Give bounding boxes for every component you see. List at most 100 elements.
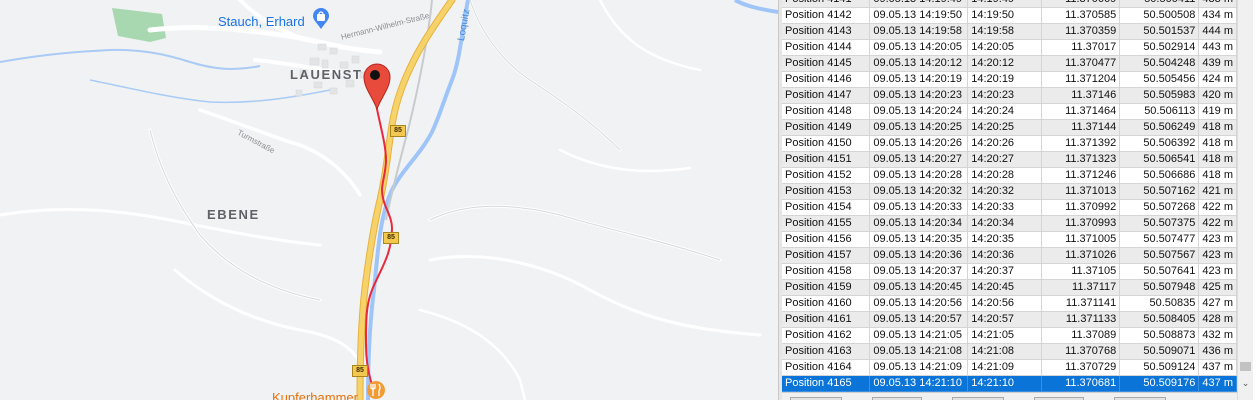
cell-longitude: 11.371013 <box>1041 183 1121 200</box>
cell-name: Position 4144 <box>782 39 871 56</box>
cell-altitude: 422 m <box>1198 199 1237 216</box>
cell-name: Position 4141 <box>782 0 871 8</box>
cell-name: Position 4154 <box>782 199 871 216</box>
table-row[interactable]: Position 4159 09.05.13 14:20:45 14:20:45 11… <box>782 279 1237 296</box>
cell-datetime: 09.05.13 14:20:24 <box>869 103 969 120</box>
cell-longitude: 11.371392 <box>1041 135 1121 152</box>
table-row[interactable]: Position 4151 09.05.13 14:20:27 14:20:27 11… <box>782 151 1237 168</box>
cell-latitude: 50.509071 <box>1119 343 1200 360</box>
vertical-scrollbar[interactable]: ⌄ <box>1237 0 1253 400</box>
cell-longitude: 11.370359 <box>1041 23 1121 40</box>
table-row[interactable]: Position 4149 09.05.13 14:20:25 14:20:25 11… <box>782 119 1237 136</box>
table-row[interactable]: Position 4161 09.05.13 14:20:57 14:20:57 11… <box>782 311 1237 328</box>
cell-datetime: 09.05.13 14:19:49 <box>869 0 969 8</box>
cell-time: 14:20:24 <box>967 103 1043 120</box>
table-row[interactable]: Position 4158 09.05.13 14:20:37 14:20:37 11… <box>782 263 1237 280</box>
cell-datetime: 09.05.13 14:20:28 <box>869 167 969 184</box>
cell-datetime: 09.05.13 14:20:57 <box>869 311 969 328</box>
scroll-down-arrow-icon[interactable]: ⌄ <box>1238 377 1253 389</box>
table-row-selected[interactable]: Position 4165 09.05.13 14:21:10 14:21:10 11… <box>782 375 1237 392</box>
table-footer-bar <box>782 392 1237 400</box>
scrollbar-thumb[interactable] <box>1240 362 1251 371</box>
cell-time: 14:20:05 <box>967 39 1043 56</box>
cell-datetime: 09.05.13 14:21:05 <box>869 327 969 344</box>
cell-longitude: 11.371204 <box>1041 71 1121 88</box>
cell-datetime: 09.05.13 14:20:34 <box>869 215 969 232</box>
cell-name: Position 4149 <box>782 119 871 136</box>
cell-altitude: 439 m <box>1198 55 1237 72</box>
cell-latitude: 50.507162 <box>1119 183 1200 200</box>
table-row[interactable]: Position 4162 09.05.13 14:21:05 14:21:05 11… <box>782 327 1237 344</box>
poi-label-kupferhammer[interactable]: Kupferhammer <box>272 390 358 400</box>
table-row[interactable]: Position 4147 09.05.13 14:20:23 14:20:23 11… <box>782 87 1237 104</box>
shopping-bag-icon[interactable] <box>312 8 330 30</box>
cell-time: 14:20:35 <box>967 231 1043 248</box>
cell-time: 14:20:12 <box>967 55 1043 72</box>
cell-name: Position 4152 <box>782 167 871 184</box>
cell-longitude: 11.370993 <box>1041 215 1121 232</box>
highway-b85 <box>357 0 455 400</box>
cell-longitude: 11.37089 <box>1041 327 1121 344</box>
cell-datetime: 09.05.13 14:20:35 <box>869 231 969 248</box>
cell-time: 14:20:26 <box>967 135 1043 152</box>
cell-altitude: 418 m <box>1198 167 1237 184</box>
positions-table: Position 414109.05.13 14:19:4914:19:4911… <box>782 0 1237 392</box>
cell-datetime: 09.05.13 14:20:33 <box>869 199 969 216</box>
cell-latitude: 50.506249 <box>1119 119 1200 136</box>
table-row[interactable]: Position 4157 09.05.13 14:20:36 14:20:36 11… <box>782 247 1237 264</box>
cell-latitude: 50.501537 <box>1119 23 1200 40</box>
cell-altitude: 428 m <box>1198 311 1237 328</box>
cell-name: Position 4151 <box>782 151 871 168</box>
cell-latitude: 50.507948 <box>1119 279 1200 296</box>
place-label-lauenstein: LAUENST <box>290 67 363 82</box>
table-row[interactable]: Position 4146 09.05.13 14:20:19 14:20:19 11… <box>782 71 1237 88</box>
poi-label-stauch[interactable]: Stauch, Erhard <box>218 14 305 29</box>
cell-name: Position 4147 <box>782 87 871 104</box>
cell-time: 14:20:28 <box>967 167 1043 184</box>
cell-altitude: 419 m <box>1198 103 1237 120</box>
cell-datetime: 09.05.13 14:21:09 <box>869 359 969 376</box>
map-view[interactable]: Hermann-Wilhelm-Straße Turmstraße LAUENS… <box>0 0 778 400</box>
cell-name: Position 4160 <box>782 295 871 312</box>
table-row[interactable]: Position 4153 09.05.13 14:20:32 14:20:32 11… <box>782 183 1237 200</box>
cell-time: 14:20:36 <box>967 247 1043 264</box>
cell-time: 14:20:27 <box>967 151 1043 168</box>
fork-knife-icon[interactable] <box>366 380 386 400</box>
table-row[interactable]: Position 4154 09.05.13 14:20:33 14:20:33 11… <box>782 199 1237 216</box>
cell-name: Position 4142 <box>782 7 871 24</box>
cell-latitude: 50.506113 <box>1119 103 1200 120</box>
table-row[interactable]: Position 4142 09.05.13 14:19:50 14:19:50 11… <box>782 7 1237 24</box>
cell-datetime: 09.05.13 14:20:56 <box>869 295 969 312</box>
cell-altitude: 437 m <box>1198 359 1237 376</box>
cell-name: Position 4156 <box>782 231 871 248</box>
cell-datetime: 09.05.13 14:20:05 <box>869 39 969 56</box>
cell-latitude: 50.505456 <box>1119 71 1200 88</box>
table-row[interactable]: Position 4156 09.05.13 14:20:35 14:20:35 11… <box>782 231 1237 248</box>
cell-datetime: 09.05.13 14:20:26 <box>869 135 969 152</box>
cell-latitude: 50.504248 <box>1119 55 1200 72</box>
park-area <box>112 8 166 42</box>
cell-time: 14:19:58 <box>967 23 1043 40</box>
table-row[interactable]: Position 414109.05.13 14:19:4914:19:4911… <box>782 0 1237 8</box>
cell-latitude: 50.507375 <box>1119 215 1200 232</box>
table-row[interactable]: Position 4155 09.05.13 14:20:34 14:20:34 11… <box>782 215 1237 232</box>
cell-datetime: 09.05.13 14:21:08 <box>869 343 969 360</box>
cell-name: Position 4164 <box>782 359 871 376</box>
table-row[interactable]: Position 4152 09.05.13 14:20:28 14:20:28 11… <box>782 167 1237 184</box>
table-row[interactable]: Position 4164 09.05.13 14:21:09 14:21:09 11… <box>782 359 1237 376</box>
table-row[interactable]: Position 4150 09.05.13 14:20:26 14:20:26 11… <box>782 135 1237 152</box>
cell-altitude: 437 m <box>1198 375 1237 392</box>
table-row[interactable]: Position 4145 09.05.13 14:20:12 14:20:12 11… <box>782 55 1237 72</box>
cell-latitude: 50.507477 <box>1119 231 1200 248</box>
table-row[interactable]: Position 4144 09.05.13 14:20:05 14:20:05 11… <box>782 39 1237 56</box>
road-shield-85: 85 <box>390 125 406 137</box>
cell-longitude: 11.37017 <box>1041 39 1121 56</box>
table-row[interactable]: Position 4163 09.05.13 14:21:08 14:21:08 11… <box>782 343 1237 360</box>
table-row[interactable]: Position 4143 09.05.13 14:19:58 14:19:58 11… <box>782 23 1237 40</box>
cell-latitude: 50.50835 <box>1119 295 1200 312</box>
map-pin-icon[interactable] <box>362 62 392 110</box>
cell-datetime: 09.05.13 14:21:10 <box>869 375 969 392</box>
table-row[interactable]: Position 4148 09.05.13 14:20:24 14:20:24 11… <box>782 103 1237 120</box>
table-row[interactable]: Position 4160 09.05.13 14:20:56 14:20:56 11… <box>782 295 1237 312</box>
cell-longitude: 11.37105 <box>1041 263 1121 280</box>
